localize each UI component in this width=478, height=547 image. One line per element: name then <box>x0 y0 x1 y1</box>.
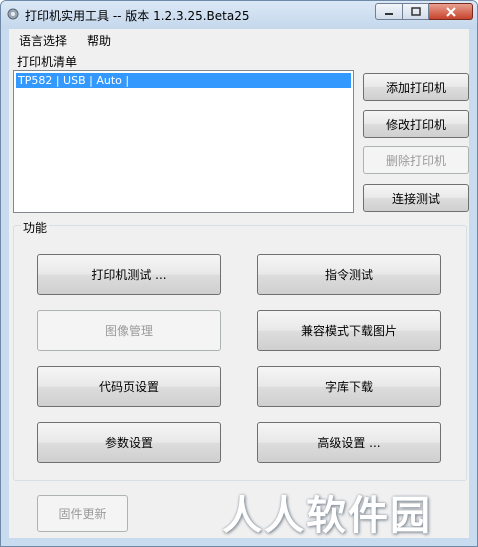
window-title: 打印机实用工具 -- 版本 1.2.3.25.Beta25 <box>25 9 250 23</box>
client-area: 语言选择 帮助 打印机清单 TP582 | USB | Auto | 添加打印机… <box>9 29 469 538</box>
menu-help[interactable]: 帮助 <box>87 32 111 49</box>
title-bar[interactable]: 打印机实用工具 -- 版本 1.2.3.25.Beta25 <box>1 1 477 29</box>
printer-listbox[interactable]: TP582 | USB | Auto | <box>13 70 354 213</box>
test-connection-button[interactable]: 连接测试 <box>363 184 469 212</box>
modify-printer-button[interactable]: 修改打印机 <box>363 110 469 138</box>
codepage-settings-button[interactable]: 代码页设置 <box>37 366 221 407</box>
printer-test-button[interactable]: 打印机测试 ... <box>37 254 221 295</box>
font-download-button[interactable]: 字库下载 <box>257 366 441 407</box>
param-settings-button[interactable]: 参数设置 <box>37 422 221 463</box>
printer-list-label: 打印机清单 <box>17 55 78 69</box>
minimize-button[interactable] <box>375 3 403 20</box>
caption-buttons <box>375 3 473 20</box>
advanced-settings-button[interactable]: 高级设置 ... <box>257 422 441 463</box>
add-printer-button[interactable]: 添加打印机 <box>363 73 469 101</box>
compat-download-image-button[interactable]: 兼容模式下载图片 <box>257 310 441 351</box>
close-button[interactable] <box>429 3 473 20</box>
watermark-text: 人人软件园 <box>222 493 432 539</box>
command-test-button[interactable]: 指令测试 <box>257 254 441 295</box>
menu-bar: 语言选择 帮助 <box>9 29 469 49</box>
minimize-icon <box>385 12 393 15</box>
delete-printer-button[interactable]: 删除打印机 <box>363 146 469 174</box>
functions-group-label: 功能 <box>21 219 50 236</box>
firmware-update-button[interactable]: 固件更新 <box>37 495 128 532</box>
image-manage-button[interactable]: 图像管理 <box>37 310 221 351</box>
list-item[interactable]: TP582 | USB | Auto | <box>16 73 351 88</box>
gear-icon <box>7 8 19 20</box>
maximize-icon <box>410 7 421 16</box>
maximize-button[interactable] <box>403 3 429 20</box>
app-window: 打印机实用工具 -- 版本 1.2.3.25.Beta25 语言选择 帮助 打印… <box>0 0 478 547</box>
menu-language[interactable]: 语言选择 <box>19 32 67 49</box>
close-icon <box>445 6 456 17</box>
